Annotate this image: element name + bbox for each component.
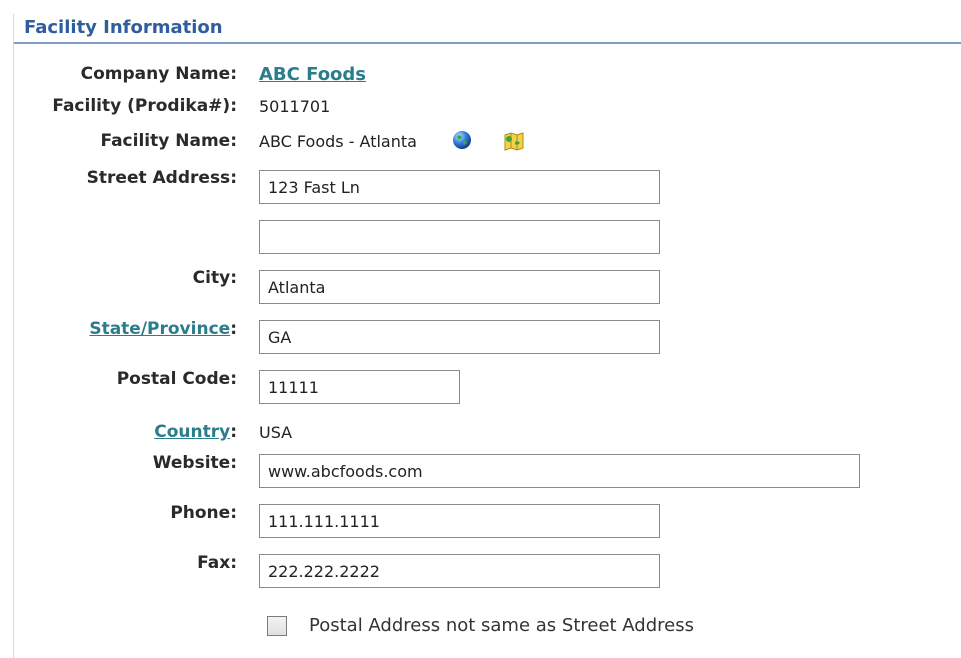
company-name-link[interactable]: ABC Foods [259,64,366,85]
facility-information-panel: Facility Information Company Name: ABC F… [13,14,961,658]
section-header: Facility Information [14,14,961,44]
postal-address-checkbox-label[interactable]: Postal Address not same as Street Addres… [309,615,694,636]
map-folder-icon[interactable] [502,129,526,157]
company-name-label: Company Name: [80,64,237,84]
facility-name-row: Facility Name: ABC Foods - Atlanta [14,131,961,161]
city-label: City: [192,268,237,288]
state-province-input[interactable] [259,320,660,354]
phone-label-text: Phone [170,503,231,523]
facility-id-row: Facility (Prodika#): 5011701 [14,96,961,126]
facility-name-label: Facility Name: [100,131,237,151]
street-address-label-text: Street Address [86,168,231,188]
company-name-row: Company Name: ABC Foods [14,64,961,94]
website-label-text: Website [152,453,231,473]
country-link[interactable]: Country [154,422,230,442]
state-label: State/Province: [89,319,237,339]
facility-name-value: ABC Foods - Atlanta [259,132,417,151]
website-label: Website: [152,453,237,473]
website-input[interactable] [259,454,860,488]
street-address-line1-input[interactable] [259,170,660,204]
postal-code-label: Postal Code: [116,369,237,389]
country-row: Country: USA [14,422,961,452]
city-label-text: City [192,268,231,288]
city-input[interactable] [259,270,660,304]
section-title: Facility Information [24,17,223,38]
postal-code-label-text: Postal Code [116,369,231,389]
country-value: USA [259,423,293,442]
state-province-link[interactable]: State/Province [89,319,230,339]
postal-address-checkbox[interactable] [267,616,287,636]
street-address-label: Street Address: [86,168,237,188]
postal-code-row: Postal Code: [14,369,961,399]
phone-input[interactable] [259,504,660,538]
postal-code-input[interactable] [259,370,460,404]
facility-id-label-text: Facility (Prodika#) [52,96,231,116]
facility-id-value: 5011701 [259,97,331,116]
facility-id-label: Facility (Prodika#): [52,96,237,116]
fax-label-text: Fax [197,553,231,573]
globe-icon[interactable] [451,129,473,155]
fax-label: Fax: [197,553,237,573]
country-label: Country: [154,422,237,442]
company-name-label-text: Company Name [80,64,231,84]
street-address-line2-input[interactable] [259,220,660,254]
facility-name-label-text: Facility Name [100,131,231,151]
fax-input[interactable] [259,554,660,588]
phone-label: Phone: [170,503,237,523]
